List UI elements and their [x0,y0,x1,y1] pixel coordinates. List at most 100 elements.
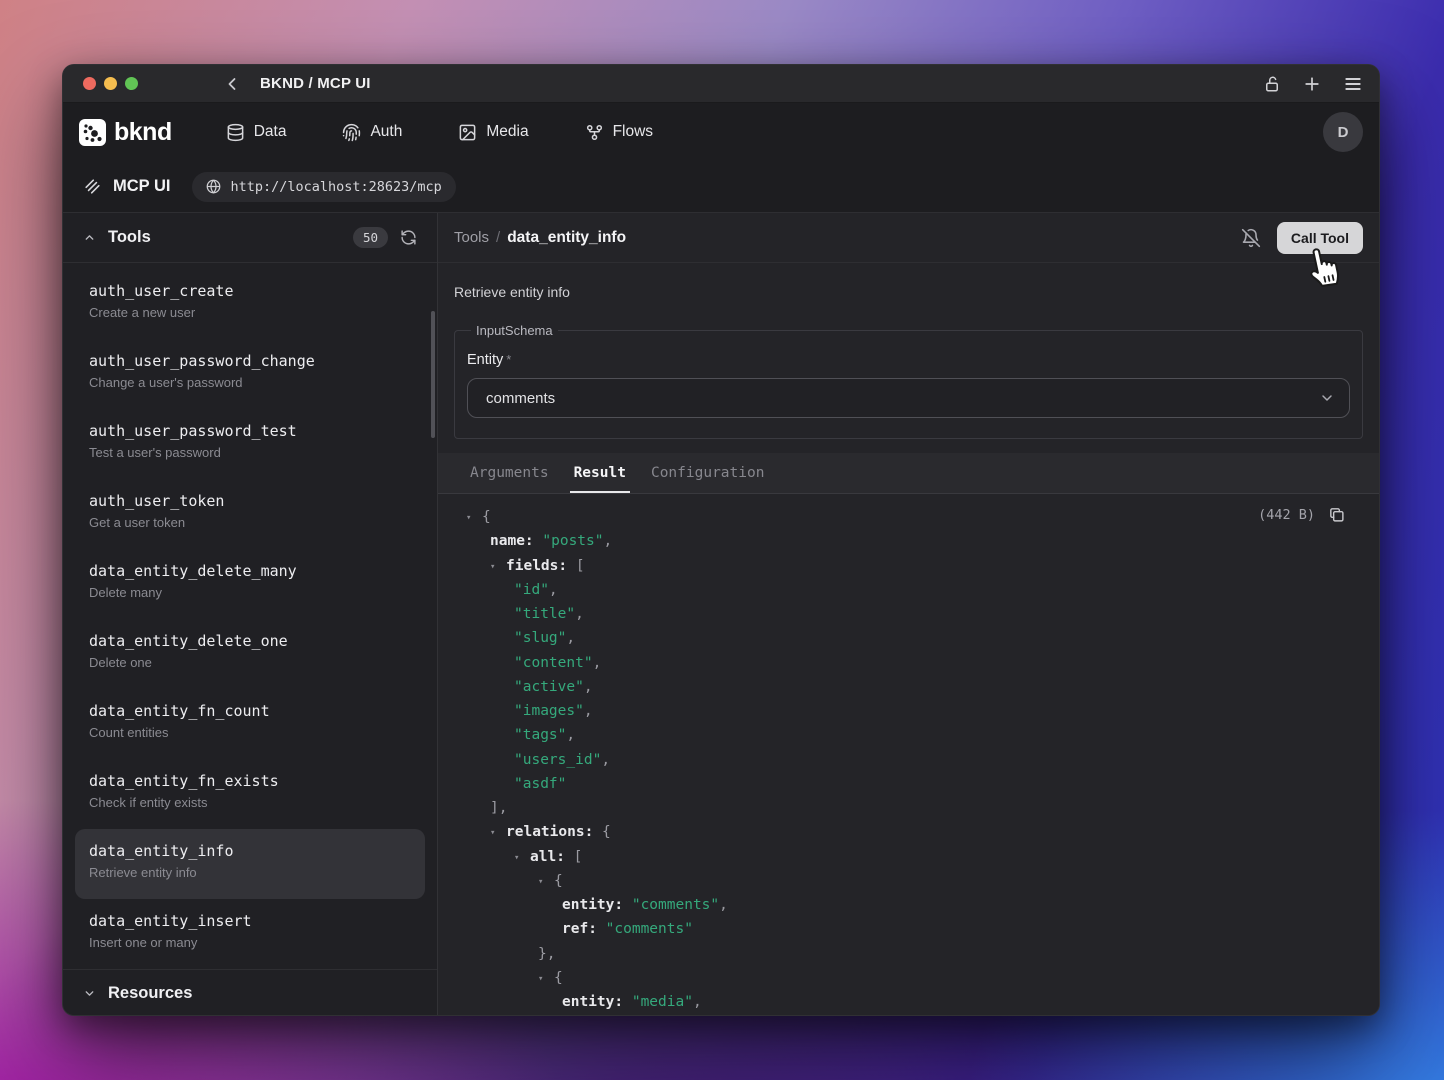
collapse-toggle-icon[interactable]: ▾ [490,555,506,579]
tool-name: data_entity_delete_many [89,561,411,581]
sidebar-tool-auth_user_password_change[interactable]: auth_user_password_changeChange a user's… [75,339,425,409]
result-tabs: Arguments Result Configuration [438,453,1379,494]
json-token: , [593,655,602,671]
nav-items: Data Auth Media Flows [226,123,653,142]
json-line: "users_id", [454,748,1363,772]
json-token: , [693,994,702,1010]
minimize-window-button[interactable] [104,77,117,90]
chevron-up-icon [83,231,96,244]
logo-text: bknd [114,118,172,147]
json-line: ▾all: [ [454,845,1363,869]
tool-form: Retrieve entity info InputSchema Entity*… [438,263,1379,439]
tool-description: Retrieve entity info [454,283,1363,301]
breadcrumb-section[interactable]: Tools [454,229,489,246]
collapse-toggle-icon[interactable]: ▾ [514,846,530,870]
fingerprint-icon [342,123,361,142]
tab-configuration[interactable]: Configuration [651,453,765,493]
tool-name: data_entity_fn_count [89,701,411,721]
json-token: { [554,873,563,889]
input-schema-legend: InputSchema [471,323,558,338]
sidebar-tool-data_entity_info[interactable]: data_entity_infoRetrieve entity info [75,829,425,899]
json-token: , [584,679,593,695]
json-line: ▾{ [454,869,1363,893]
tool-description: Count entities [89,724,411,741]
tool-description: Test a user's password [89,444,411,461]
tool-description: Create a new user [89,304,411,321]
window-title: BKND / MCP UI [260,75,371,92]
sidebar-tool-data_entity_delete_one[interactable]: data_entity_delete_oneDelete one [75,619,425,689]
collapse-toggle-icon[interactable]: ▾ [466,506,482,530]
collapse-toggle-icon[interactable]: ▾ [538,967,554,991]
menu-icon[interactable] [1343,74,1363,94]
tool-description: Insert one or many [89,934,411,951]
json-line: "title", [454,602,1363,626]
window-titlebar: BKND / MCP UI [63,65,1379,103]
entity-select[interactable]: comments [467,378,1350,418]
nav-item-data[interactable]: Data [226,123,287,142]
json-token: , [566,630,575,646]
collapse-toggle-icon[interactable]: ▾ [490,821,506,845]
sidebar-tool-data_entity_insert[interactable]: data_entity_insertInsert one or many [75,899,425,969]
call-tool-button[interactable]: Call Tool [1277,222,1363,254]
nav-item-media[interactable]: Media [458,123,528,142]
json-line: entity: "media", [454,990,1363,1014]
json-token: "title" [514,606,575,622]
sidebar-scrollbar[interactable] [431,311,435,438]
nav-item-flows[interactable]: Flows [585,123,653,142]
tool-name: auth_user_create [89,281,411,301]
tools-section-header[interactable]: Tools 50 [63,213,437,263]
tool-name: data_entity_delete_one [89,631,411,651]
sidebar-tool-data_entity_fn_exists[interactable]: data_entity_fn_existsCheck if entity exi… [75,759,425,829]
refresh-icon[interactable] [400,229,417,246]
required-mark: * [506,352,511,367]
tab-arguments[interactable]: Arguments [470,453,549,493]
json-token: , [604,533,613,549]
bknd-logo[interactable]: bknd [79,118,172,147]
json-line: "content", [454,651,1363,675]
json-token: fields: [506,558,567,574]
sidebar-tool-auth_user_token[interactable]: auth_user_tokenGet a user token [75,479,425,549]
plus-icon[interactable] [1302,74,1322,94]
json-token: ref: [562,921,597,937]
entity-field-label: Entity* [467,352,1350,368]
json-token: { [482,509,491,525]
lock-open-icon[interactable] [1263,75,1281,93]
server-url-pill[interactable]: http://localhost:28623/mcp [192,172,455,202]
maximize-window-button[interactable] [125,77,138,90]
sidebar-tool-auth_user_create[interactable]: auth_user_create Create a new user [75,269,425,339]
bell-off-icon[interactable] [1241,228,1261,248]
tools-sidebar: Tools 50 auth_user_create Create a new us… [63,213,438,1016]
json-token: all: [530,849,565,865]
nav-item-label: Auth [370,123,402,141]
json-token: relations: [506,824,593,840]
json-line: "id", [454,578,1363,602]
json-token: entity: [562,897,623,913]
copy-icon[interactable] [1328,506,1345,523]
json-token: "images" [514,703,584,719]
avatar[interactable]: D [1323,112,1363,152]
json-token: "users_id" [514,752,601,768]
close-window-button[interactable] [83,77,96,90]
json-token: { [593,824,610,840]
sidebar-tool-auth_user_password_test[interactable]: auth_user_password_testTest a user's pas… [75,409,425,479]
json-token: { [554,970,563,986]
sidebar-tool-data_entity_delete_many[interactable]: data_entity_delete_manyDelete many [75,549,425,619]
json-token: , [575,606,584,622]
resources-section-header[interactable]: Resources [63,969,437,1016]
json-token: , [584,703,593,719]
tool-description: Get a user token [89,514,411,531]
tool-description: Retrieve entity info [89,864,411,881]
main-nav: bknd Data Auth Media Flows D [63,103,1379,161]
tools-section-title: Tools [108,228,151,247]
input-schema-fieldset: InputSchema Entity* comments [454,323,1363,439]
tool-name: data_entity_fn_exists [89,771,411,791]
nav-item-auth[interactable]: Auth [342,123,402,142]
json-token: "comments" [632,897,719,913]
collapse-toggle-icon[interactable]: ▾ [538,870,554,894]
json-token: "active" [514,679,584,695]
chevron-down-icon [1319,390,1335,406]
tab-result[interactable]: Result [574,453,626,493]
back-button[interactable] [222,74,242,94]
tool-detail-panel: Tools / data_entity_info Call Tool Retri… [438,213,1379,1016]
sidebar-tool-data_entity_fn_count[interactable]: data_entity_fn_count Count entities [75,689,425,759]
